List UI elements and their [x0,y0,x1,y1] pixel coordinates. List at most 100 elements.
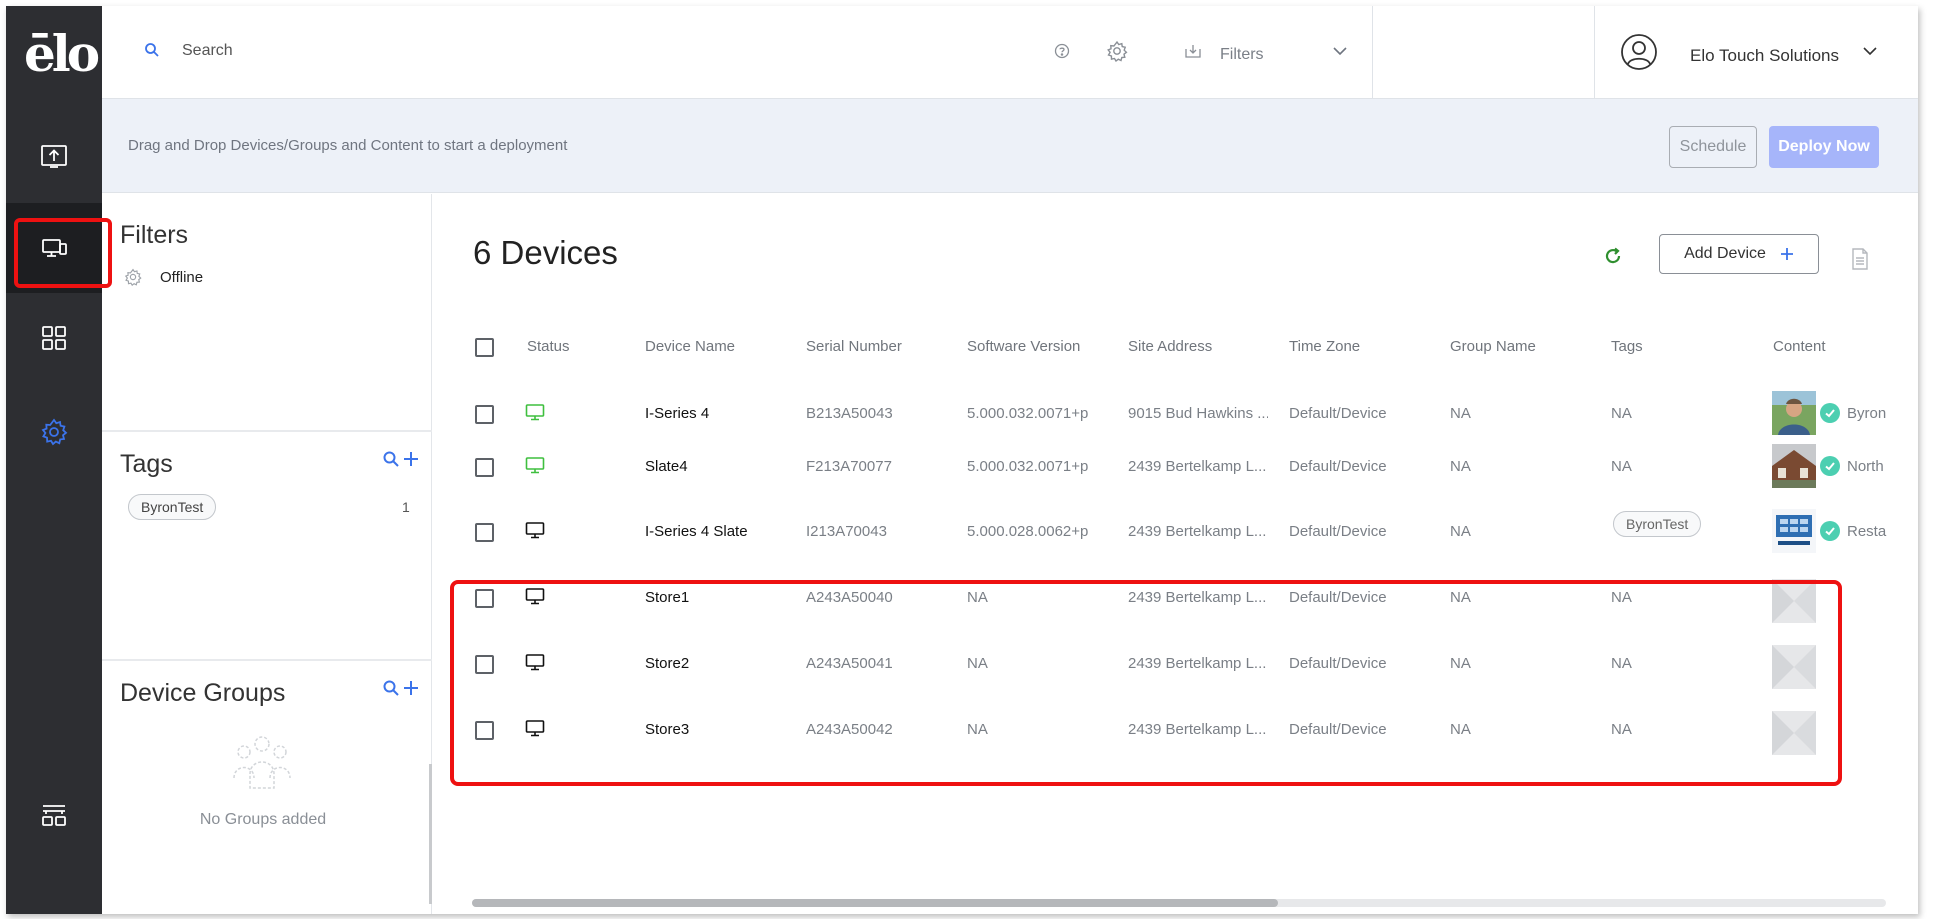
deployment-bar: Drag and Drop Devices/Groups and Content… [102,99,1918,193]
content-name: North [1847,458,1884,475]
serial-number: F213A70077 [806,458,892,475]
search-icon[interactable] [382,450,400,468]
device-name[interactable]: Slate4 [645,458,688,475]
document-icon[interactable] [1851,248,1869,270]
user-name[interactable]: Elo Touch Solutions [1690,46,1839,66]
row-checkbox[interactable] [475,523,494,542]
content-thumbnail[interactable] [1772,444,1816,488]
table-row[interactable]: Slate4 F213A70077 5.000.032.0071+p 2439 … [433,436,1918,502]
plus-icon [1780,248,1793,260]
content-thumbnail[interactable] [1772,391,1816,435]
content-name: Byron [1847,405,1887,422]
nav-deploy-button[interactable] [6,111,102,201]
content-status-check-icon [1820,521,1840,541]
device-name[interactable]: I-Series 4 Slate [645,523,748,540]
nav-layout-button[interactable] [6,770,102,860]
column-header-group-name[interactable]: Group Name [1450,338,1536,355]
nav-rail: ēlo [6,6,102,914]
content-thumbnail[interactable] [1772,509,1816,553]
group-name: NA [1450,458,1471,475]
panel-scrollbar[interactable] [429,764,432,904]
device-name[interactable]: I-Series 4 [645,405,709,422]
highlight-devices-nav [14,218,112,288]
filter-panel: Filters Offline Tags ByronTest 1 Device … [102,194,432,914]
horizontal-scrollbar-thumb[interactable] [472,899,1278,907]
tags-value: NA [1611,405,1632,422]
column-header-tags[interactable]: Tags [1611,338,1643,355]
topbar-divider [1594,6,1595,99]
tag-count: 1 [402,499,410,515]
select-all-checkbox[interactable] [475,338,494,357]
filters-title: Filters [120,221,189,249]
time-zone: Default/Device [1289,523,1387,540]
deploy-now-button[interactable]: Deploy Now [1769,126,1879,168]
deployment-message: Drag and Drop Devices/Groups and Content… [128,137,568,154]
monitor-icon [525,404,545,421]
gear-icon[interactable] [1106,40,1128,62]
search-input[interactable] [182,36,782,66]
monitor-icon [525,522,545,539]
nav-content-button[interactable] [6,293,102,383]
schedule-button[interactable]: Schedule [1669,126,1757,168]
software-version: 5.000.032.0071+p [967,405,1089,422]
search-icon[interactable] [144,42,160,58]
filter-item-label: Offline [160,268,204,286]
chevron-down-icon[interactable] [1332,46,1348,56]
column-header-content[interactable]: Content [1773,338,1826,355]
content-name: Restau [1847,523,1887,540]
column-header-serial-number[interactable]: Serial Number [806,338,902,355]
gear-icon [124,268,142,286]
refresh-icon[interactable] [1603,246,1623,266]
tag-chip[interactable]: ByronTest [128,494,217,520]
site-address: 2439 Bertelkamp L... [1128,523,1267,540]
nav-settings-button[interactable] [6,387,102,477]
devices-main: 6 Devices Add Device Status Device Name … [433,194,1918,914]
search-icon[interactable] [382,679,400,697]
highlight-new-devices [450,580,1842,786]
row-checkbox[interactable] [475,458,494,477]
tags-actions [382,450,420,468]
groups-actions [382,679,420,697]
elo-logo: ēlo [24,24,100,83]
site-address: 2439 Bertelkamp L... [1128,458,1267,475]
group-name: NA [1450,405,1471,422]
user-avatar-icon[interactable] [1620,33,1658,71]
plus-icon[interactable] [402,679,420,697]
filter-item-offline[interactable]: Offline [124,268,203,286]
time-zone: Default/Device [1289,458,1387,475]
tags-value: NA [1611,458,1632,475]
app-window: ēlo Search Filters Elo Touch Solutions D… [6,6,1918,914]
table-row[interactable]: I-Series 4 Slate I213A70043 5.000.028.00… [433,501,1918,567]
tag-chip[interactable]: ByronTest [1613,511,1702,537]
filter-download-icon[interactable] [1184,43,1202,59]
add-device-button[interactable]: Add Device [1659,234,1819,274]
content-status-check-icon [1820,456,1840,476]
device-groups-title: Device Groups [120,679,286,707]
software-version: 5.000.032.0071+p [967,458,1089,475]
site-address: 9015 Bud Hawkins ... [1128,405,1268,422]
chevron-down-icon[interactable] [1862,46,1878,56]
content-status-check-icon [1820,403,1840,423]
help-icon[interactable] [1054,43,1070,59]
serial-number: B213A50043 [806,405,893,422]
column-header-status[interactable]: Status [527,338,570,355]
grid-icon [42,326,66,350]
devices-count-title: 6 Devices [473,234,618,271]
column-header-time-zone[interactable]: Time Zone [1289,338,1360,355]
people-group-icon [233,736,291,789]
divider [102,430,432,432]
divider [102,659,432,661]
column-header-software-version[interactable]: Software Version [967,338,1080,355]
top-bar: Filters Elo Touch Solutions [102,6,1918,99]
time-zone: Default/Device [1289,405,1387,422]
settings-icon [41,418,68,446]
plus-icon[interactable] [402,450,420,468]
column-header-device-name[interactable]: Device Name [645,338,735,355]
tags-title: Tags [120,450,173,478]
no-groups-message: No Groups added [199,811,327,828]
software-version: 5.000.028.0062+p [967,523,1089,540]
menu-layout-icon [42,805,66,826]
column-header-site-address[interactable]: Site Address [1128,338,1212,355]
row-checkbox[interactable] [475,405,494,424]
filters-dropdown-label[interactable]: Filters [1220,46,1264,64]
